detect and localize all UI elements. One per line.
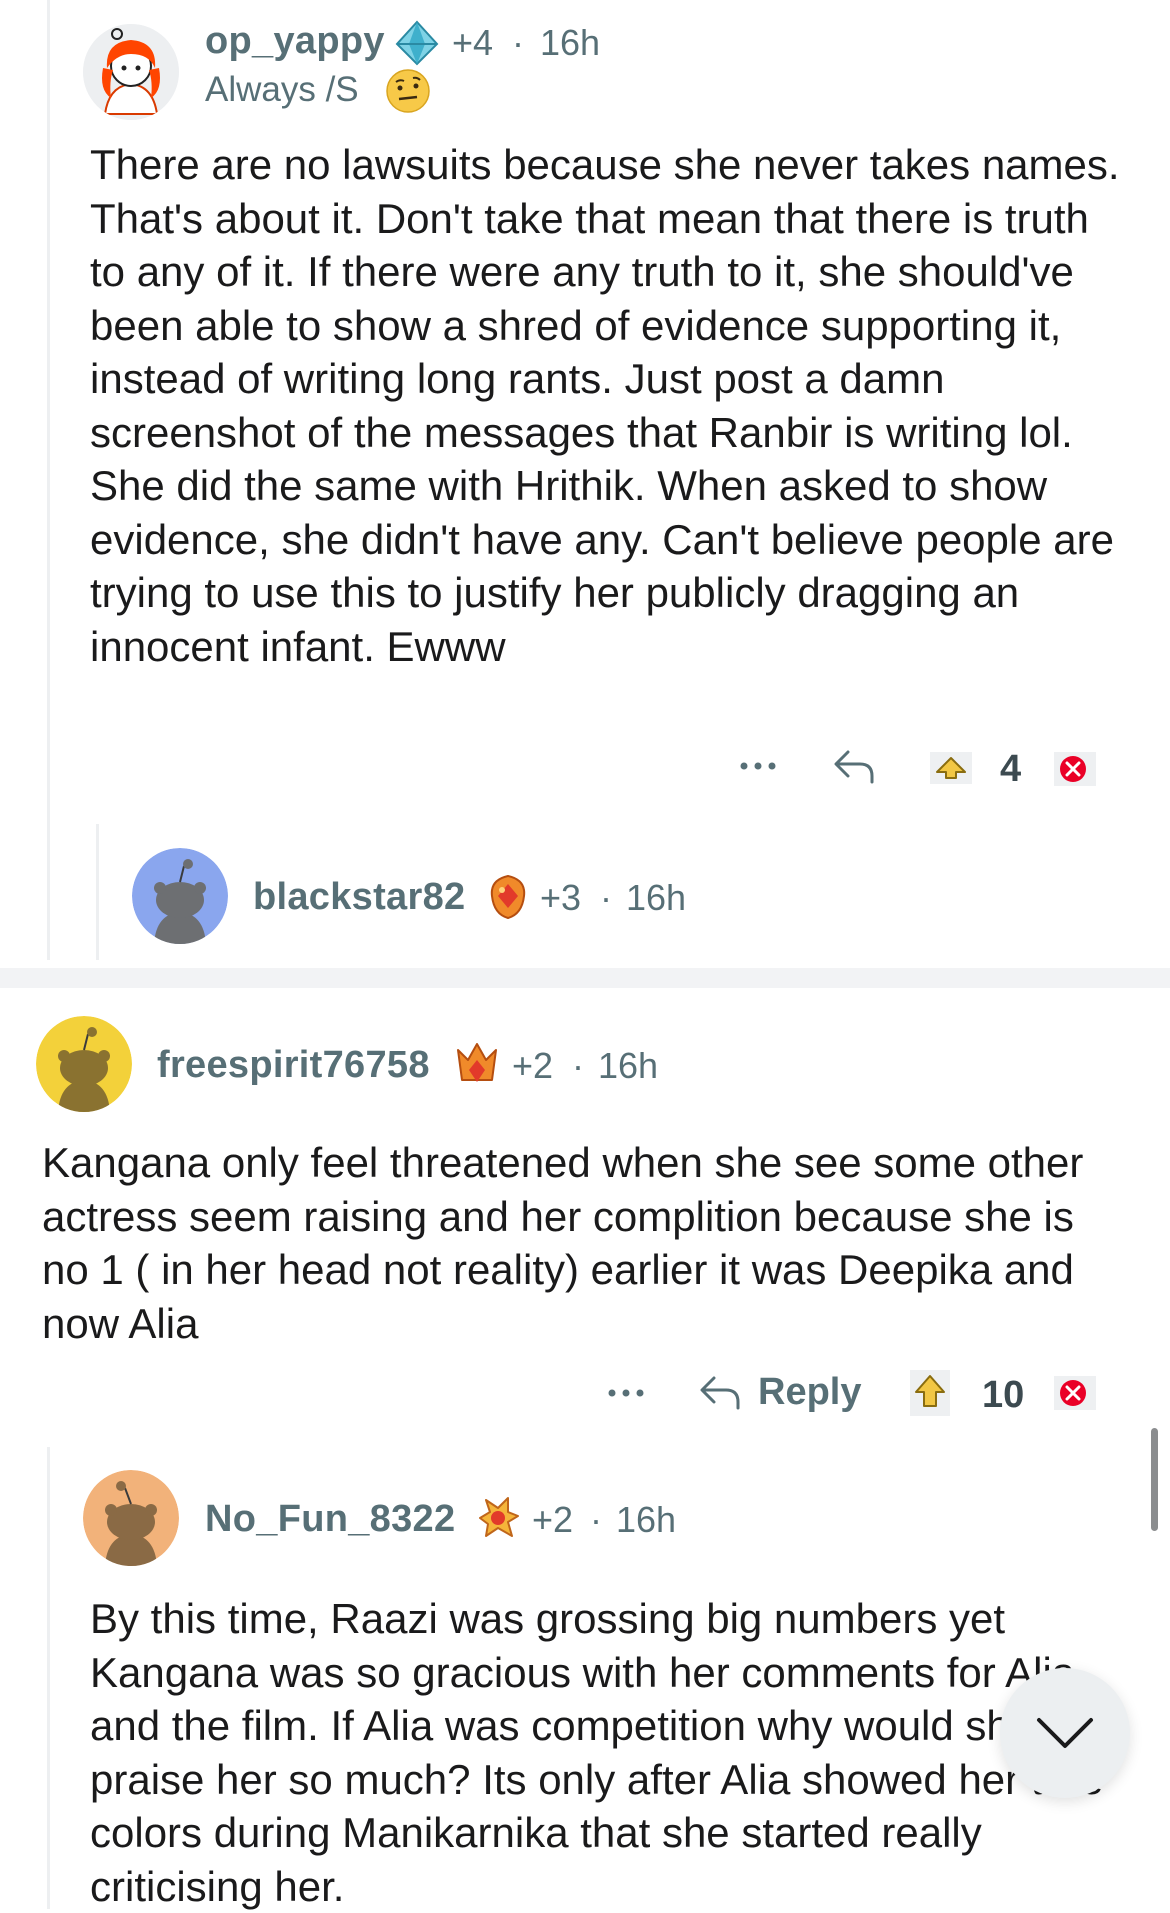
vote-score: 4 [1000, 748, 1022, 790]
award-gem-icon [454, 1040, 500, 1088]
downvote-icon [1054, 1376, 1096, 1410]
avatar[interactable] [83, 1470, 179, 1566]
meta-separator: · [590, 1499, 602, 1540]
upvote-icon [930, 752, 972, 784]
reply-label: Reply [758, 1371, 862, 1413]
meta-separator: · [600, 877, 612, 918]
more-dots-icon [608, 1389, 644, 1397]
more-options-button[interactable] [738, 756, 778, 776]
chevron-down-icon [1037, 1718, 1093, 1748]
thread-line[interactable] [47, 0, 50, 960]
reply-button[interactable] [832, 746, 878, 786]
more-options-button[interactable] [606, 1383, 646, 1403]
scrollbar[interactable] [1151, 1428, 1158, 1531]
timestamp: 16h [626, 877, 687, 918]
thread-line[interactable] [47, 1447, 50, 1909]
username[interactable]: No_Fun_8322 [205, 1498, 455, 1541]
reply-button[interactable]: Reply [698, 1370, 862, 1416]
user-flair: Always /S [205, 70, 359, 109]
award-gem-icon [486, 872, 530, 920]
achievement-badge-icon [395, 20, 439, 66]
downvote-button[interactable] [1054, 1376, 1096, 1410]
username[interactable]: op_yappy [205, 20, 385, 63]
thread-line[interactable] [96, 824, 99, 960]
upvote-button[interactable] [910, 1370, 950, 1416]
award-count: +3 [540, 877, 582, 918]
avatar[interactable] [132, 848, 228, 944]
vote-score: 10 [982, 1374, 1025, 1416]
meta-separator: · [512, 22, 524, 63]
comment-body: By this time, Raazi was grossing big num… [90, 1595, 1104, 1910]
award-count: +2 [512, 1045, 554, 1086]
reply-arrow-icon [834, 750, 874, 784]
timestamp: 16h [616, 1499, 677, 1540]
award-count: +4 [452, 22, 494, 63]
downvote-button[interactable] [1054, 752, 1096, 786]
award-flame-icon [474, 1494, 522, 1542]
meta-separator: · [572, 1045, 584, 1086]
timestamp: 16h [598, 1045, 659, 1086]
comment-body: Kangana only feel threatened when she se… [42, 1139, 1084, 1347]
username[interactable]: freespirit76758 [157, 1044, 430, 1087]
upvote-icon [910, 1370, 950, 1416]
more-dots-icon [740, 762, 776, 770]
reply-arrow-icon [700, 1376, 740, 1410]
avatar[interactable] [83, 24, 179, 120]
avatar[interactable] [36, 1016, 132, 1112]
upvote-button[interactable] [930, 752, 972, 784]
comment-body: There are no lawsuits because she never … [90, 141, 1120, 670]
award-count: +2 [532, 1499, 574, 1540]
smirk-emoji-icon [385, 68, 431, 114]
timestamp: 16h [540, 22, 601, 63]
thread-divider [0, 968, 1170, 988]
scroll-down-button[interactable] [1000, 1668, 1130, 1798]
username[interactable]: blackstar82 [253, 876, 465, 919]
downvote-icon [1054, 752, 1096, 786]
